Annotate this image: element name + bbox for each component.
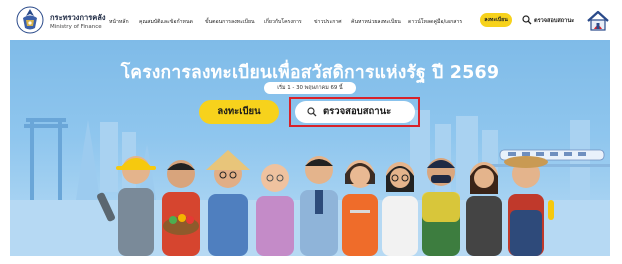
page-frame: กระทรวงการคลัง Ministry of Finance หน้าห… bbox=[0, 0, 622, 264]
house-logo-icon[interactable] bbox=[586, 10, 610, 32]
org-name-english: Ministry of Finance bbox=[50, 24, 102, 30]
nav-about-project[interactable]: เกี่ยวกับโครงการ bbox=[264, 18, 302, 26]
person-elder-hat-illustration bbox=[206, 150, 250, 256]
nav-find-registration-unit[interactable]: ค้นหาหน่วยลงทะเบียน bbox=[351, 18, 401, 26]
person-farmer-woman-illustration bbox=[504, 156, 554, 256]
register-button-top[interactable]: ลงทะเบียน bbox=[480, 13, 512, 27]
person-glasses-woman-illustration bbox=[382, 162, 418, 256]
person-farmer-illustration bbox=[162, 160, 200, 256]
nav-qualifications[interactable]: คุณสมบัติและข้อกำหนด bbox=[139, 18, 193, 26]
ministry-seal-icon[interactable] bbox=[16, 6, 44, 34]
site-header: กระทรวงการคลัง Ministry of Finance หน้าห… bbox=[10, 0, 610, 40]
search-icon bbox=[307, 107, 317, 117]
register-button[interactable]: ลงทะเบียน bbox=[199, 100, 279, 124]
registration-date-badge: เริ่ม 1 - 30 พฤษภาคม 69 นี้ bbox=[264, 82, 356, 94]
check-status-label: ตรวจสอบสถานะ bbox=[323, 106, 392, 117]
check-status-link[interactable]: ตรวจสอบสถานะ bbox=[534, 17, 574, 25]
people-illustration bbox=[97, 150, 554, 256]
person-worker-illustration bbox=[97, 156, 156, 256]
person-motorbike-rider-illustration bbox=[422, 158, 460, 256]
person-officer-illustration bbox=[300, 156, 338, 256]
nav-home[interactable]: หน้าหลัก bbox=[109, 18, 129, 26]
person-orange-vest-illustration bbox=[342, 160, 378, 256]
nav-download-documents[interactable]: ดาวน์โหลดคู่มือ/เอกสาร bbox=[408, 18, 462, 26]
check-status-button[interactable]: ตรวจสอบสถานะ bbox=[295, 101, 415, 123]
search-icon[interactable] bbox=[522, 15, 532, 25]
hero-banner: โครงการลงทะเบียนเพื่อสวัสดิการแห่งรัฐ ปี… bbox=[10, 40, 610, 256]
org-name-thai: กระทรวงการคลัง bbox=[50, 13, 106, 22]
nav-registration-steps[interactable]: ขั้นตอนการลงทะเบียน bbox=[205, 18, 255, 26]
person-grandmother-illustration bbox=[256, 164, 294, 256]
person-vendor-illustration bbox=[466, 162, 502, 256]
nav-announcements[interactable]: ข่าวประกาศ bbox=[314, 18, 342, 26]
